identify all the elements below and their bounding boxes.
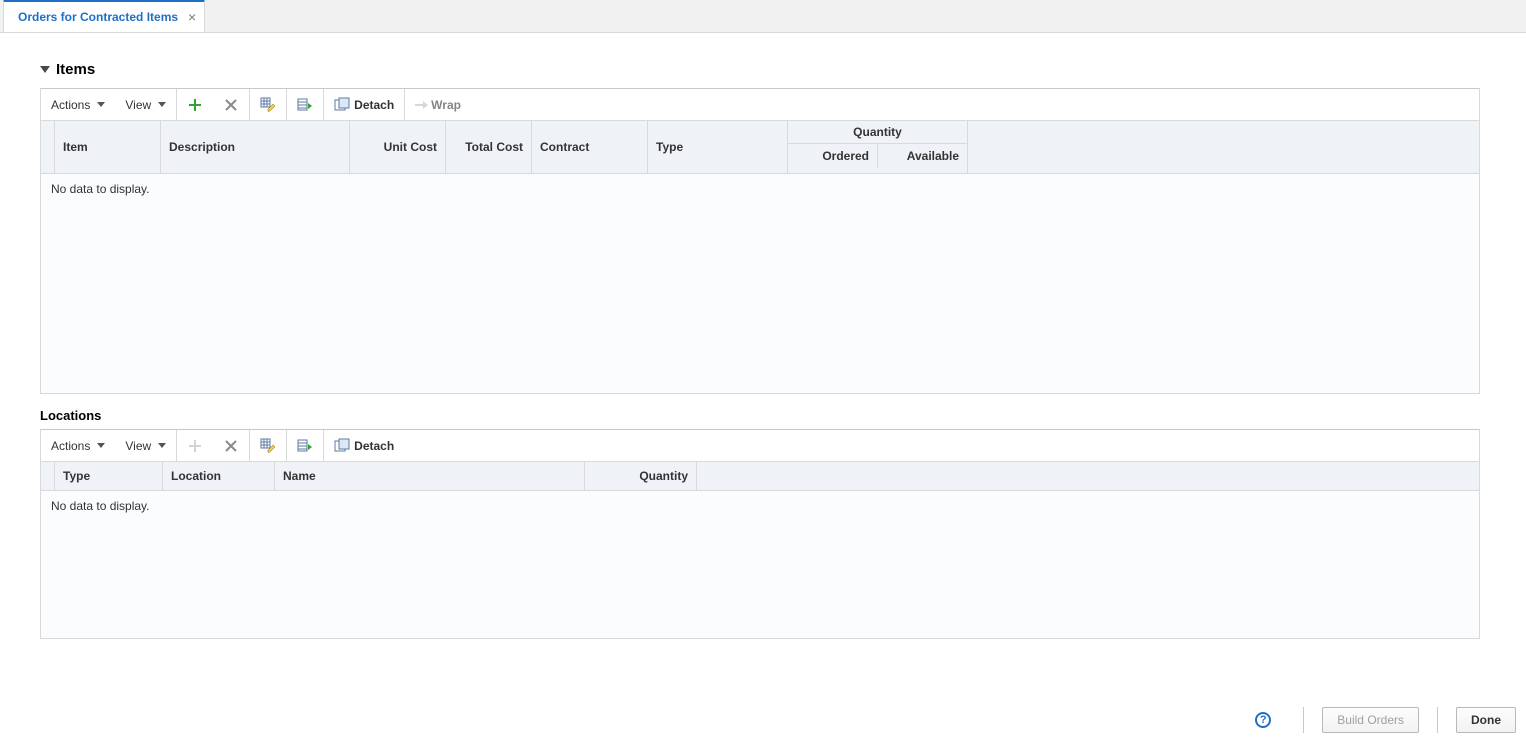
detach-button[interactable]: Detach (324, 89, 404, 120)
items-section-header[interactable]: Items (40, 61, 1516, 78)
col-quantity[interactable]: Quantity (585, 462, 697, 490)
wrap-icon (415, 100, 427, 110)
add-button[interactable] (177, 430, 213, 461)
button-label: Done (1471, 713, 1501, 727)
locations-actions-menu[interactable]: Actions (41, 430, 115, 461)
divider (1303, 707, 1304, 733)
items-toolbar: Actions View (41, 89, 1479, 121)
export-button[interactable] (287, 89, 323, 120)
col-type[interactable]: Type (55, 462, 163, 490)
edit-grid-button[interactable] (250, 430, 286, 461)
tab-bar: Orders for Contracted Items × (0, 0, 1526, 33)
chevron-down-icon (97, 102, 105, 107)
items-panel: Actions View (40, 88, 1480, 394)
menu-label: View (125, 439, 151, 453)
grid-edit-icon (260, 97, 276, 113)
col-name[interactable]: Name (275, 462, 585, 490)
collapse-icon (40, 66, 50, 73)
divider (1437, 707, 1438, 733)
wrap-label: Wrap (431, 98, 461, 112)
col-type[interactable]: Type (648, 121, 788, 173)
tab-label: Orders for Contracted Items (18, 10, 178, 24)
export-icon (297, 97, 313, 113)
help-icon[interactable]: ? (1255, 712, 1271, 728)
chevron-down-icon (97, 443, 105, 448)
grid-edit-icon (260, 438, 276, 454)
col-contract[interactable]: Contract (532, 121, 648, 173)
locations-table-header: Type Location Name Quantity (41, 462, 1479, 490)
export-button[interactable] (287, 430, 323, 461)
detach-icon (334, 97, 350, 113)
col-available[interactable]: Available (878, 144, 967, 168)
menu-label: Actions (51, 98, 90, 112)
row-selector-header (41, 462, 55, 490)
locations-panel: Actions View (40, 429, 1480, 639)
items-actions-menu[interactable]: Actions (41, 89, 115, 120)
plus-icon (187, 97, 203, 113)
locations-table-body: No data to display. (41, 490, 1479, 638)
detach-label: Detach (354, 98, 394, 112)
plus-icon (187, 438, 203, 454)
locations-view-menu[interactable]: View (115, 430, 176, 461)
done-button[interactable]: Done (1456, 707, 1516, 733)
wrap-button[interactable]: Wrap (405, 89, 471, 120)
col-ordered[interactable]: Ordered (788, 144, 878, 168)
menu-label: Actions (51, 439, 90, 453)
x-icon (223, 438, 239, 454)
items-title: Items (56, 61, 95, 78)
x-icon (223, 97, 239, 113)
col-unit-cost[interactable]: Unit Cost (350, 121, 446, 173)
add-button[interactable] (177, 89, 213, 120)
close-icon[interactable]: × (188, 10, 196, 24)
detach-button[interactable]: Detach (324, 430, 404, 461)
edit-grid-button[interactable] (250, 89, 286, 120)
button-label: Build Orders (1337, 713, 1404, 727)
col-location[interactable]: Location (163, 462, 275, 490)
chevron-down-icon (158, 102, 166, 107)
menu-label: View (125, 98, 151, 112)
row-selector-header (41, 121, 55, 173)
col-quantity-group: Quantity (788, 121, 967, 144)
delete-button[interactable] (213, 430, 249, 461)
items-table-body: No data to display. (41, 173, 1479, 393)
col-description[interactable]: Description (161, 121, 350, 173)
delete-button[interactable] (213, 89, 249, 120)
locations-toolbar: Actions View (41, 430, 1479, 462)
content-scroll[interactable]: Items Actions View (0, 33, 1516, 691)
empty-message: No data to display. (51, 182, 150, 196)
items-table-header: Item Description Unit Cost Total Cost Co… (41, 121, 1479, 173)
detach-label: Detach (354, 439, 394, 453)
footer: ? Build Orders Done (0, 691, 1526, 749)
build-orders-button[interactable]: Build Orders (1322, 707, 1419, 733)
chevron-down-icon (158, 443, 166, 448)
col-item[interactable]: Item (55, 121, 161, 173)
export-icon (297, 438, 313, 454)
locations-title: Locations (40, 408, 1516, 423)
tab-orders-contracted-items[interactable]: Orders for Contracted Items × (3, 0, 205, 32)
empty-message: No data to display. (51, 499, 150, 513)
detach-icon (334, 438, 350, 454)
items-view-menu[interactable]: View (115, 89, 176, 120)
col-total-cost[interactable]: Total Cost (446, 121, 532, 173)
